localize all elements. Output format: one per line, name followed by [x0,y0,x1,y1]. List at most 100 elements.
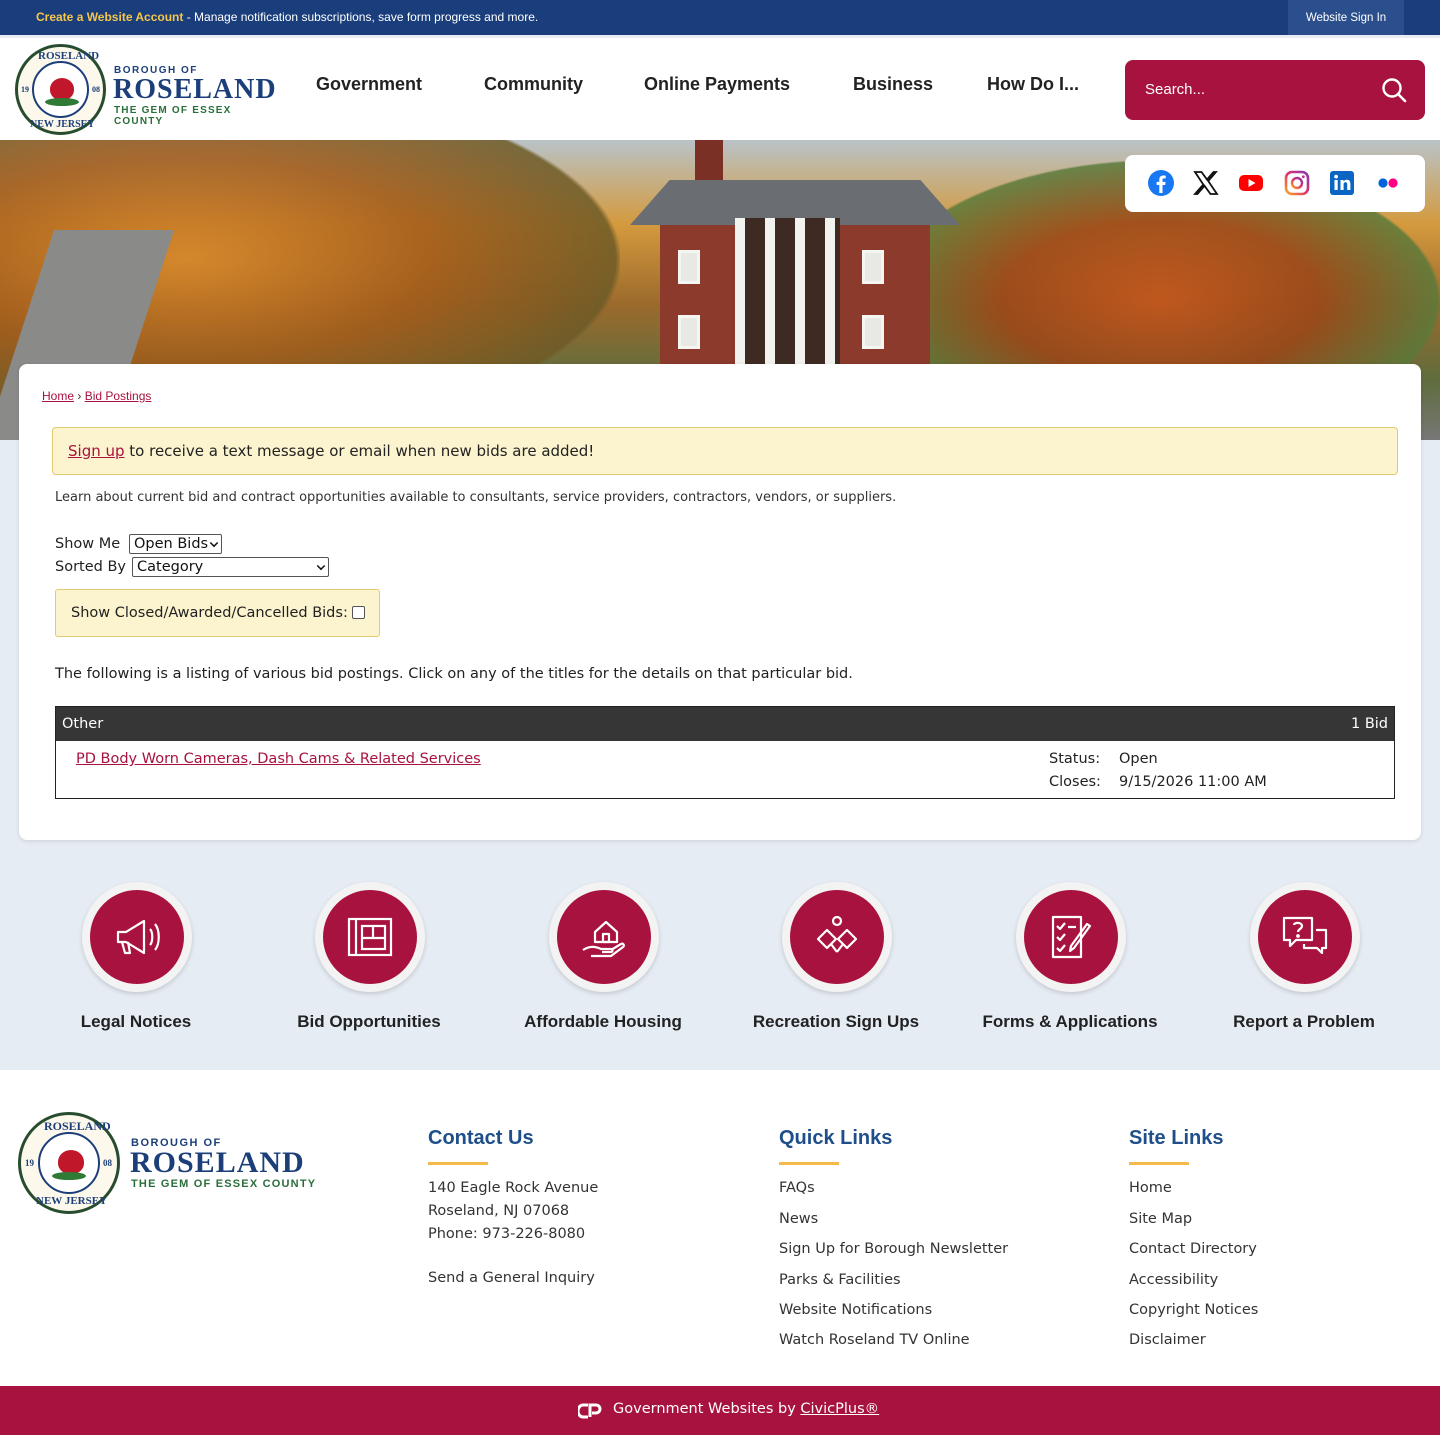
sorted-by-value: Category [137,559,204,575]
search-input[interactable]: Search... [1145,81,1205,98]
quick-link-label: Forms & Applications [982,1012,1158,1031]
breadcrumb-separator: › [77,389,82,403]
pickleball-icon [816,915,858,953]
bid-count: 1 Bid [1350,716,1388,732]
footer-link-home[interactable]: Home [1129,1180,1172,1196]
footer-link-notifications[interactable]: Website Notifications [779,1302,932,1318]
site-links-heading: Site Links [1129,1127,1224,1149]
status-value: Open [1119,751,1158,767]
civicplus-credit: Government Websites by CivicPlus® [613,1401,879,1417]
website-sign-in-button[interactable]: Website Sign In [1288,0,1404,35]
breadcrumb-bid-postings[interactable]: Bid Postings [85,389,152,403]
nav-community[interactable]: Community [484,74,583,95]
sign-up-link[interactable]: Sign up [68,442,125,460]
footer-link-disclaimer[interactable]: Disclaimer [1129,1332,1206,1348]
quick-link-forms-applications[interactable]: Forms & Applications [960,882,1180,1042]
category-header: Other 1 Bid [56,707,1394,741]
site-logo[interactable]: ROSELAND NEW JERSEY 19 08 BOROUGH OF ROS… [15,44,280,136]
quick-link-label: Legal Notices [80,1012,192,1031]
search-icon[interactable] [1381,77,1407,103]
borough-seal: ROSELAND NEW JERSEY 19 08 [15,44,106,135]
create-account-link[interactable]: Create a Website Account [36,10,183,24]
chevron-down-icon [209,538,219,548]
civicplus-link[interactable]: CivicPlus® [800,1401,879,1417]
nav-government[interactable]: Government [316,74,422,95]
seal-top-text: ROSELAND [38,50,100,62]
social-media-bar [1125,155,1425,212]
quick-link-recreation-sign-ups[interactable]: Recreation Sign Ups [726,882,946,1042]
blueprint-icon [347,917,393,957]
quick-link-report-a-problem[interactable]: Report a Problem [1194,882,1414,1042]
closes-value: 9/15/2026 11:00 AM [1119,774,1267,790]
general-inquiry-link[interactable]: Send a General Inquiry [428,1270,595,1286]
show-closed-checkbox[interactable] [352,606,365,619]
facebook-icon[interactable] [1147,169,1175,197]
closes-label: Closes: [1049,774,1101,790]
seal-top-text: ROSELAND [44,1119,111,1133]
notice-text: to receive a text message or email when … [124,442,595,460]
quick-link-legal-notices[interactable]: Legal Notices [26,882,246,1042]
civicplus-footer-bar: Government Websites by CivicPlus® [0,1386,1440,1435]
category-name: Other [62,716,104,732]
footer-link-contact-directory[interactable]: Contact Directory [1129,1241,1257,1257]
rose-emblem [58,1150,84,1174]
show-me-select[interactable]: Open Bids [129,534,222,554]
civicplus-credit-text: Government Websites by [613,1401,801,1417]
heading-underline [428,1162,488,1165]
nav-online-payments[interactable]: Online Payments [644,74,790,95]
account-banner: Create a Website Account - Manage notifi… [36,10,538,24]
quick-link-label: Affordable Housing [524,1012,682,1031]
footer-link-faqs[interactable]: FAQs [779,1180,815,1196]
x-icon[interactable] [1192,169,1220,197]
contact-address-line2: Roseland, NJ 07068 [428,1203,570,1219]
seal-bottom-text: NEW JERSEY [30,119,95,130]
bid-postings-card: Home › Bid Postings Sign up to receive a… [19,364,1421,840]
show-me-value: Open Bids [134,536,209,552]
contact-phone: Phone: 973-226-8080 [428,1226,586,1242]
seal-right-text: 08 [92,85,100,94]
quick-link-bid-opportunities[interactable]: Bid Opportunities [259,882,479,1042]
footer-link-site-map[interactable]: Site Map [1129,1211,1192,1227]
logo-tagline: THE GEM OF ESSEX COUNTY [114,105,232,127]
footer-link-newsletter[interactable]: Sign Up for Borough Newsletter [779,1241,1008,1257]
flickr-icon[interactable] [1374,169,1402,197]
status-label: Status: [1049,751,1101,767]
youtube-icon[interactable] [1237,169,1265,197]
sorted-by-select[interactable]: Category [132,557,329,577]
heading-underline [779,1162,839,1165]
quick-link-affordable-housing[interactable]: Affordable Housing [493,882,713,1042]
footer-logo[interactable]: ROSELAND NEW JERSEY 19 08 BOROUGH OF ROS… [18,1112,318,1216]
house-hand-icon [582,920,625,958]
footer-link-accessibility[interactable]: Accessibility [1129,1272,1218,1288]
footer-link-copyright[interactable]: Copyright Notices [1129,1302,1258,1318]
listing-description: The following is a listing of various bi… [55,666,853,682]
checklist-icon [1051,915,1092,959]
linkedin-icon[interactable] [1328,169,1356,197]
instagram-icon[interactable] [1283,169,1311,197]
logo-name-text: ROSELAND [130,1146,305,1179]
contact-us-heading: Contact Us [428,1127,534,1149]
search-box[interactable]: Search... [1125,60,1425,120]
show-closed-filter: Show Closed/Awarded/Cancelled Bids: [55,589,380,637]
breadcrumb-home[interactable]: Home [42,389,74,403]
show-closed-label: Show Closed/Awarded/Cancelled Bids: [71,605,348,621]
bid-title-link[interactable]: PD Body Worn Cameras, Dash Cams & Relate… [76,751,481,767]
borough-seal: ROSELAND NEW JERSEY 19 08 [18,1112,120,1214]
footer-link-news[interactable]: News [779,1211,818,1227]
signup-notice: Sign up to receive a text message or ema… [52,427,1398,475]
quick-link-label: Report a Problem [1233,1012,1375,1031]
chevron-down-icon [316,561,326,571]
footer-link-roseland-tv[interactable]: Watch Roseland TV Online [779,1332,970,1348]
seal-left-text: 19 [21,85,29,94]
seal-left-text: 19 [25,1158,34,1168]
account-banner-text: - Manage notification subscriptions, sav… [183,10,539,24]
site-header: ROSELAND NEW JERSEY 19 08 BOROUGH OF ROS… [0,35,1440,140]
footer-link-parks[interactable]: Parks & Facilities [779,1272,901,1288]
nav-business[interactable]: Business [853,74,933,95]
show-me-label: Show Me [55,536,121,552]
megaphone-icon [116,919,160,955]
heading-underline [1129,1162,1189,1165]
logo-tagline: THE GEM OF ESSEX COUNTY [131,1178,317,1190]
nav-how-do-i[interactable]: How Do I... [987,74,1079,95]
seal-right-text: 08 [103,1158,112,1168]
